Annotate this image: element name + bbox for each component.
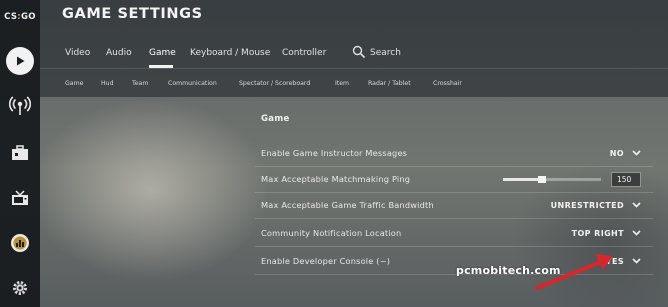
- search-icon[interactable]: [352, 45, 366, 59]
- setting-label: Enable Game Instructor Messages: [261, 148, 408, 158]
- dropdown-value: NO: [609, 148, 624, 158]
- subtab-item[interactable]: Item: [335, 79, 349, 89]
- tab-audio[interactable]: Audio: [106, 46, 132, 60]
- notification-location-dropdown[interactable]: TOP RIGHT: [572, 219, 641, 247]
- bandwidth-dropdown[interactable]: UNRESTRICTED: [551, 191, 641, 219]
- subtab-radar-tablet[interactable]: Radar / Tablet: [368, 79, 411, 89]
- settings-button[interactable]: [4, 272, 36, 304]
- slider-handle[interactable]: [538, 176, 546, 183]
- setting-label: Max Acceptable Game Traffic Bandwidth: [261, 200, 434, 210]
- setting-row-instructor: Enable Game Instructor Messages NO: [255, 139, 653, 167]
- setting-row-ping: Max Acceptable Matchmaking Ping 150: [255, 165, 653, 193]
- annotation-arrow-icon: [535, 254, 613, 290]
- tab-controller[interactable]: Controller: [282, 46, 326, 60]
- setting-row-notification: Community Notification Location TOP RIGH…: [255, 219, 653, 247]
- tab-keyboard-mouse[interactable]: Keyboard / Mouse: [190, 46, 270, 60]
- subtab-hud[interactable]: Hud: [101, 79, 114, 89]
- subtab-communication[interactable]: Communication: [168, 79, 217, 89]
- page-title: GAME SETTINGS: [62, 6, 203, 22]
- inventory-briefcase-icon: [12, 145, 28, 160]
- csgo-logo: CS:GO: [4, 12, 36, 22]
- ping-slider[interactable]: [503, 176, 601, 183]
- stats-badge-icon: [11, 234, 29, 252]
- stats-button[interactable]: [4, 227, 36, 259]
- sidebar: CS:GO: [0, 0, 40, 307]
- setting-label: Max Acceptable Matchmaking Ping: [261, 174, 411, 184]
- chevron-down-icon: [632, 150, 641, 156]
- tab-game[interactable]: Game: [149, 46, 176, 60]
- header-divider: [40, 68, 668, 69]
- tv-icon: [12, 190, 28, 205]
- dropdown-value: TOP RIGHT: [571, 228, 624, 238]
- chevron-down-icon: [632, 202, 641, 208]
- broadcast-icon: [9, 96, 31, 115]
- setting-label: Enable Developer Console (~): [261, 256, 391, 266]
- watch-tv-button[interactable]: [4, 182, 36, 214]
- play-icon: [6, 47, 34, 75]
- play-button[interactable]: [4, 45, 36, 77]
- settings-gear-icon: [13, 281, 27, 295]
- subtab-crosshair[interactable]: Crosshair: [433, 79, 462, 89]
- active-tab-indicator: [149, 65, 173, 68]
- instructor-messages-dropdown[interactable]: NO: [610, 139, 641, 167]
- search-button[interactable]: Search: [370, 46, 401, 60]
- dropdown-value: UNRESTRICTED: [550, 200, 624, 210]
- subtab-team[interactable]: Team: [132, 79, 148, 89]
- section-title: Game: [261, 114, 290, 124]
- subtab-game[interactable]: Game: [65, 79, 83, 89]
- setting-label: Community Notification Location: [261, 228, 402, 238]
- chevron-down-icon: [632, 230, 641, 236]
- ping-value-field[interactable]: 150: [611, 172, 641, 187]
- tab-video[interactable]: Video: [65, 46, 90, 60]
- inventory-button[interactable]: [4, 137, 36, 169]
- setting-row-bandwidth: Max Acceptable Game Traffic Bandwidth UN…: [255, 191, 653, 219]
- slider-fill: [503, 178, 542, 181]
- subtab-spectator-scoreboard[interactable]: Spectator / Scoreboard: [239, 79, 310, 89]
- chevron-down-icon: [632, 258, 641, 264]
- watch-broadcast-button[interactable]: [4, 90, 36, 122]
